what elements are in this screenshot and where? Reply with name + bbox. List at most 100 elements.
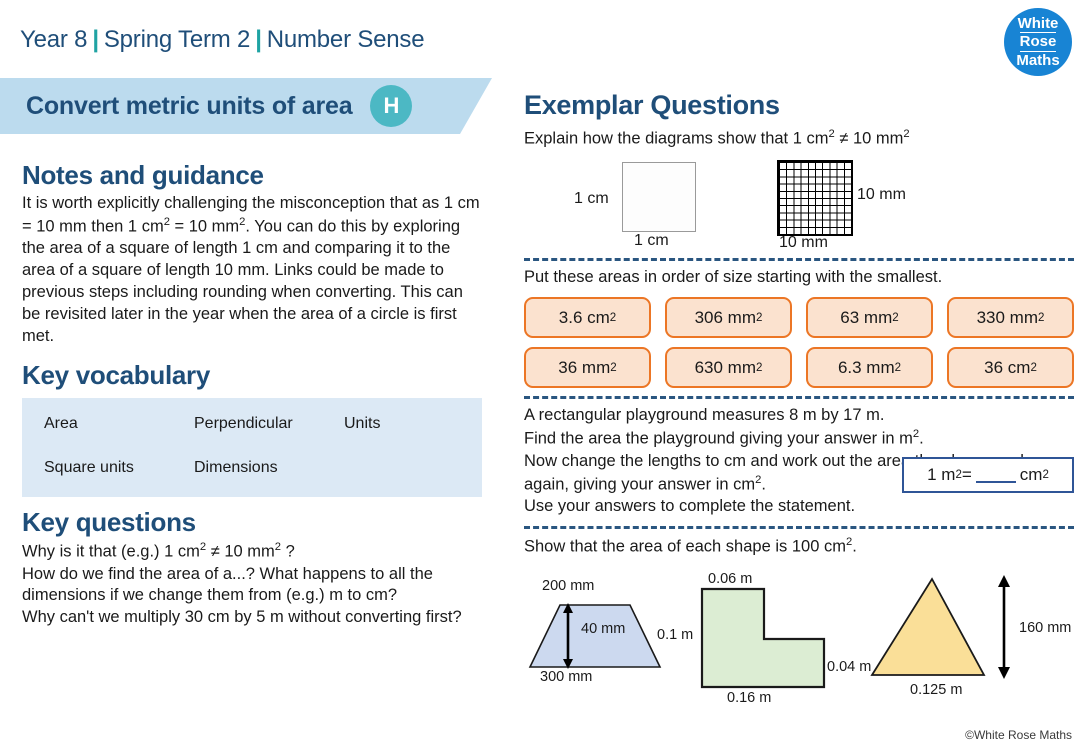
area-card[interactable]: 630 mm 2 (665, 347, 792, 389)
area-card-exponent: 2 (756, 311, 763, 324)
divider-3 (524, 526, 1074, 530)
area-card-value: 630 mm (694, 357, 756, 377)
q3-line-5: Use your answers to complete the stateme… (524, 497, 856, 516)
area-card-exponent: 2 (1038, 311, 1045, 324)
q1-prompt-sup-2: 2 (903, 128, 910, 140)
exemplar-q1-prompt: Explain how the diagrams show that 1 cm 2… (524, 127, 1074, 150)
area-card-value: 3.6 cm (558, 307, 610, 327)
plain-square-bottom-label: 1 cm (634, 232, 669, 250)
area-card-exponent: 2 (894, 361, 902, 374)
logo-line-2: Rose (1019, 32, 1057, 52)
area-card-value: 306 mm (694, 307, 756, 327)
trapezium-bottom-label: 300 mm (540, 668, 593, 685)
key-q1-part-3: ? (281, 542, 295, 561)
notes-body: It is worth explicitly challenging the m… (22, 193, 482, 348)
vocab-term: Area (44, 415, 78, 433)
answer-box-equals: = (961, 465, 972, 485)
key-q1-part-2: ≠ 10 mm (206, 542, 275, 561)
logo-line-1: White (1017, 15, 1059, 33)
q3-line-1: A rectangular playground measures 8 m by… (524, 406, 885, 425)
vocab-term: Dimensions (194, 459, 278, 477)
area-card[interactable]: 6.3 mm 2 (806, 347, 933, 389)
area-card[interactable]: 330 mm 2 (947, 297, 1074, 339)
ten-mm-grid-square-diagram (777, 160, 853, 237)
key-question-3: Why can't we multiply 30 cm by 5 m witho… (22, 608, 462, 627)
page-title: Convert metric units of area (26, 91, 353, 120)
trapezium-height-label: 40 mm (581, 620, 626, 637)
left-column: Notes and guidance It is worth explicitl… (22, 160, 482, 629)
exemplar-questions-heading: Exemplar Questions (524, 90, 780, 120)
area-card[interactable]: 36 mm 2 (524, 347, 651, 389)
answer-box-left-value: 1 m (927, 465, 956, 485)
area-card-exponent: 2 (1030, 361, 1037, 374)
key-question-2: How do we find the area of a...? What ha… (22, 564, 433, 605)
q1-prompt-part-1: Explain how the diagrams show that 1 cm (524, 129, 829, 148)
l-shape-bottom-label: 0.16 m (727, 689, 772, 706)
one-cm-square-diagram (622, 162, 696, 233)
vocab-term: Square units (44, 459, 134, 477)
breadcrumb-separator-1: | (92, 26, 99, 53)
plain-square-left-label: 1 cm (574, 190, 609, 208)
white-rose-maths-logo: White Rose Maths (1004, 8, 1072, 76)
vocab-term: Units (344, 415, 381, 433)
area-card[interactable]: 306 mm 2 (665, 297, 792, 339)
q4-prompt-part-1: Show that the area of each shape is 100 … (524, 537, 846, 556)
area-card-exponent: 2 (756, 361, 763, 374)
q3-line2-part-1: Find the area the playground giving your… (524, 429, 913, 448)
q1-prompt-part-2: ≠ 10 mm (834, 129, 904, 148)
area-card-exponent: 2 (609, 311, 617, 324)
title-banner: Convert metric units of area H (0, 78, 492, 134)
grid-square-bottom-label: 10 mm (779, 234, 828, 252)
right-column: Exemplar Questions Explain how the diagr… (524, 90, 1074, 706)
q3-line2-part-2: . (919, 429, 924, 448)
divider-1 (524, 258, 1074, 262)
vocabulary-row: Square units Dimensions (44, 459, 460, 477)
copyright-footer: ©White Rose Maths (965, 728, 1072, 742)
area-card-value: 36 cm (984, 357, 1031, 377)
notes-part-3: . You can do this by exploring the area … (22, 217, 463, 346)
logo-line-3: Maths (1016, 51, 1060, 69)
vocabulary-row: Area Perpendicular Units (44, 415, 460, 433)
answer-statement-box[interactable]: 1 m2 = cm 2 (902, 457, 1074, 494)
area-card[interactable]: 3.6 cm 2 (524, 297, 651, 339)
key-questions-heading: Key questions (22, 507, 196, 538)
answer-box-right-sup: 2 (1042, 469, 1049, 482)
q4-shapes-row: 200 mm 40 mm 300 mm 0.06 m 0.1 m 0.04 m … (524, 565, 1074, 706)
exemplar-q4-prompt: Show that the area of each shape is 100 … (524, 535, 1074, 558)
breadcrumb: Year 8 | Spring Term 2 | Number Sense (20, 26, 425, 54)
area-card-value: 6.3 mm (837, 357, 895, 377)
area-card-exponent: 2 (892, 311, 899, 324)
triangle-height-label: 160 mm (1019, 619, 1072, 636)
grid-square-right-label: 10 mm (857, 186, 906, 204)
area-cards-grid: 3.6 cm 2 306 mm 2 63 mm 2 330 mm 2 36 mm 2 63… (524, 297, 1074, 389)
area-card-value: 63 mm (840, 307, 893, 327)
divider-2 (524, 396, 1074, 400)
q3-line-2: Find the area the playground giving your… (524, 427, 1074, 450)
vocabulary-box: Area Perpendicular Units Square units Di… (22, 398, 482, 498)
notes-heading: Notes and guidance (22, 160, 264, 190)
breadcrumb-separator-2: | (255, 26, 262, 53)
q3-line4-part-2: . (761, 475, 766, 494)
q4-prompt-part-2: . (852, 537, 857, 556)
answer-blank-field[interactable] (975, 467, 1016, 484)
key-question-1: Why is it that (e.g.) 1 cm2 ≠ 10 mm2 ? (22, 540, 482, 563)
l-shape-top-label: 0.06 m (708, 570, 753, 587)
triangle-base-label: 0.125 m (910, 681, 963, 698)
exemplar-q2-prompt: Put these areas in order of size startin… (524, 268, 943, 287)
vocab-term: Perpendicular (194, 415, 293, 433)
l-shape-left-label: 0.1 m (657, 626, 694, 643)
exemplar-q3-block: A rectangular playground measures 8 m by… (524, 405, 1074, 518)
q3-line4-part-1: again, giving your answer in cm (524, 475, 756, 494)
area-card[interactable]: 36 cm 2 (947, 347, 1074, 389)
tier-badge: H (370, 85, 413, 127)
q1-diagram-area: 1 cm 1 cm 10 mm 10 mm (524, 158, 1074, 252)
answer-box-right-value: cm (1019, 465, 1043, 485)
breadcrumb-year: Year 8 (20, 26, 88, 53)
vocabulary-heading: Key vocabulary (22, 360, 211, 391)
key-q1-part-1: Why is it that (e.g.) 1 cm (22, 542, 200, 561)
notes-part-2: = 10 mm (169, 217, 240, 236)
area-card-exponent: 2 (610, 361, 617, 374)
breadcrumb-strand: Number Sense (266, 26, 425, 53)
area-card[interactable]: 63 mm 2 (806, 297, 933, 339)
area-card-value: 36 mm (558, 357, 611, 377)
